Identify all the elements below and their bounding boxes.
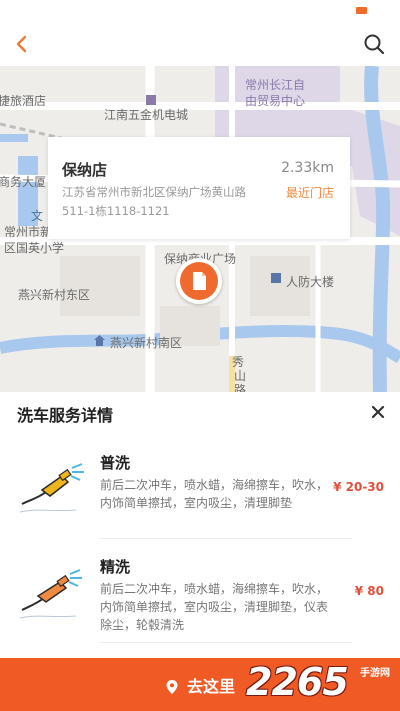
home-icon [94,335,105,346]
store-address: 江苏省常州市新北区保纳广场黄山路511-1栋1118-1121 [62,185,246,218]
panel-title: 洗车服务详情 [17,406,114,425]
chevron-left-icon [16,35,27,53]
spray-gun-icon [19,569,82,619]
watermark-number: 2265 [246,660,349,704]
map-label: 人防大楼 [286,275,335,289]
map-label: 江南五金机电城 [104,108,189,122]
map-label: 区国英小学 [4,241,65,255]
watermark-site: 手游网 [360,668,390,679]
map-label: 燕兴新村南区 [110,336,183,350]
service-price: ¥ 20-30 [333,480,384,494]
store-map-marker[interactable] [176,258,222,304]
map-label: 燕兴新村东区 [18,288,91,302]
app-screen: 常州长江自 由贸易中心 江南五金机电城 捷旅酒店 商务大厦 文 常州市新 区国英… [0,0,400,711]
store-marker-icon [180,262,218,300]
battery-icon [356,7,367,14]
back-button[interactable] [8,30,36,58]
service-item[interactable]: 普洗 前后二次冲车，喷水蜡，海绵擦车，吹水，内饰简单擦拭，室内吸尘，清理脚垫 ¥… [14,448,386,538]
header-bar [0,22,400,66]
map-label: 常州长江自 [245,78,306,92]
status-bar [0,0,400,22]
store-name: 保纳店 [62,161,108,179]
nearest-store-tag: 最近门店 [285,186,334,200]
map-label: 商务大厦 [0,175,47,189]
go-here-label: 去这里 [186,677,235,696]
building-icon [146,95,156,105]
store-distance: 2.33km [281,160,334,176]
map-label: 由贸易中心 [245,94,306,108]
close-icon [371,405,385,419]
map-label: 常州市新 [4,225,53,239]
map-label: 捷旅酒店 [0,94,47,108]
service-description: 前后二次冲车，喷水蜡，海绵擦车，吹水，内饰简单擦拭，室内吸尘，清理脚垫，仪表除尘… [100,582,329,632]
divider [100,642,352,643]
divider [100,538,352,539]
service-name: 精洗 [100,558,131,576]
service-description: 前后二次冲车，喷水蜡，海绵擦车，吹水，内饰简单擦拭，室内吸尘，清理脚垫 [100,478,329,510]
search-icon [364,34,385,55]
search-button[interactable] [362,32,386,56]
close-button[interactable] [370,404,386,420]
service-name: 普洗 [100,454,131,472]
service-item[interactable]: 精洗 前后二次冲车，喷水蜡，海绵擦车，吹水，内饰简单擦拭，室内吸尘，清理脚垫，仪… [14,552,386,642]
store-info-card[interactable]: 保纳店 2.33km 江苏省常州市新北区保纳广场黄山路511-1栋1118-11… [48,137,350,239]
map-label: 文 [31,209,44,223]
service-detail-panel: 洗车服务详情 普洗 前后二次冲车，喷水蜡，海绵擦车，吹水，内饰简单擦拭，室内吸尘… [0,392,400,658]
service-price: ¥ 80 [354,584,384,598]
map-label: 路 [234,383,247,392]
spray-gun-icon [19,463,84,513]
building-icon [271,273,281,283]
site-watermark: 2265 手游网 [246,660,394,708]
location-pin-icon [166,680,178,694]
